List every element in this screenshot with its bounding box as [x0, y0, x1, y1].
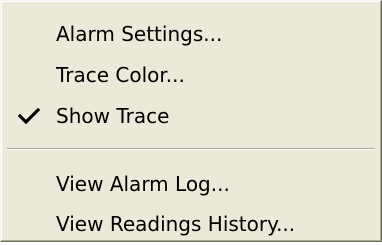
- menu-item-trace-color[interactable]: Trace Color...: [4, 54, 378, 96]
- menu-item-alarm-settings[interactable]: Alarm Settings...: [4, 13, 378, 55]
- menu-item-label: Show Trace: [56, 104, 170, 128]
- checkmark-icon: [18, 107, 40, 125]
- menu-separator: [7, 148, 375, 150]
- menu-item-label: Alarm Settings...: [56, 22, 223, 46]
- context-menu: Alarm Settings... Trace Color... Show Tr…: [0, 0, 382, 242]
- menu-item-show-trace[interactable]: Show Trace: [4, 95, 378, 137]
- menu-item-label: Trace Color...: [56, 63, 185, 87]
- menu-item-view-readings-history[interactable]: View Readings History...: [4, 203, 378, 245]
- menu-item-view-alarm-log[interactable]: View Alarm Log...: [4, 163, 378, 205]
- menu-item-label: View Readings History...: [56, 212, 296, 236]
- menu-item-label: View Alarm Log...: [56, 172, 230, 196]
